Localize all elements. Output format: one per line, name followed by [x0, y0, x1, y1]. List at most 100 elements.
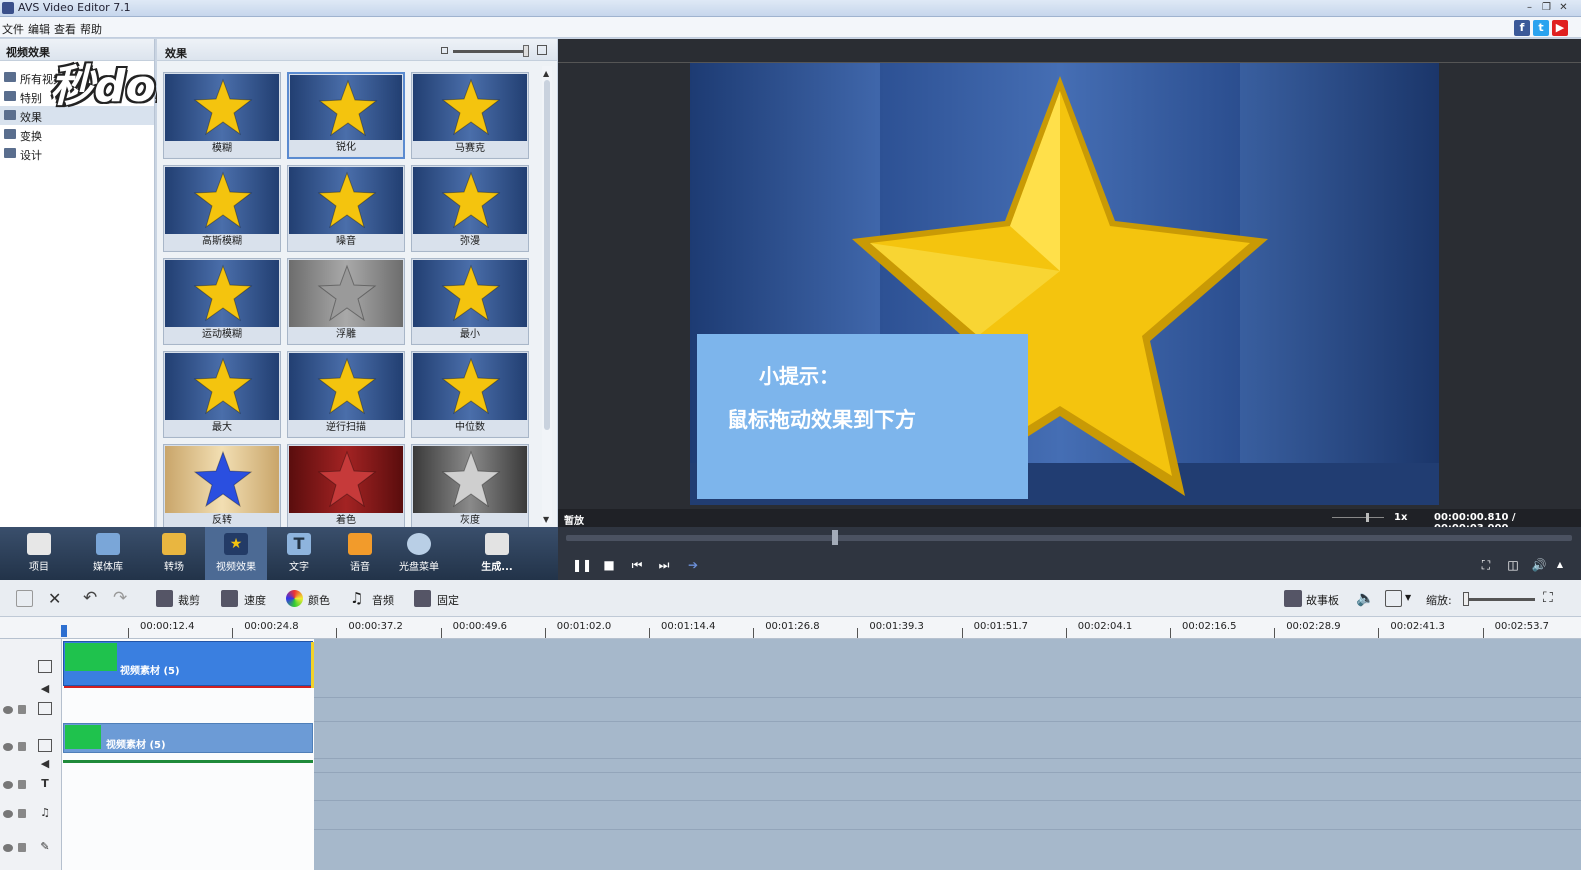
color-button[interactable]: 颜色 [308, 592, 330, 608]
storyboard-button[interactable]: 故事板 [1306, 592, 1339, 608]
category-label: 效果 [20, 111, 42, 124]
menu-view[interactable]: 查看 [54, 21, 76, 37]
youtube-icon[interactable]: ▶ [1552, 20, 1568, 36]
menu-edit[interactable]: 编辑 [28, 21, 50, 37]
thumb-size-slider[interactable] [453, 50, 529, 53]
scroll-down-icon[interactable]: ▼ [543, 515, 549, 524]
playback-controls: ❚❚ ■ ⏮ ⏭ ➔ ⛶ ◫ 🔊 ▲ [558, 527, 1581, 580]
effect-thumbnail[interactable]: 最小 [411, 258, 529, 345]
redo-icon[interactable]: ↷ [113, 588, 127, 608]
close-icon[interactable]: ✕ [1557, 1, 1570, 14]
menu-file[interactable]: 文件 [2, 21, 24, 37]
effect-thumbnail[interactable]: 模糊 [163, 72, 281, 159]
ruler-tick-mark [1378, 628, 1380, 638]
effect-preview-image [165, 74, 279, 141]
lock-icon[interactable] [18, 705, 26, 714]
lock-icon[interactable] [18, 843, 26, 852]
effect-thumbnail[interactable]: 噪音 [287, 165, 405, 252]
effects-scrollbar-thumb[interactable] [544, 80, 550, 430]
effect-thumbnail[interactable]: 着色 [287, 444, 405, 531]
effect-thumbnail[interactable]: 灰度 [411, 444, 529, 531]
effect-thumbnail[interactable]: 浮雕 [287, 258, 405, 345]
clip-thumbnail [65, 643, 117, 671]
effect-thumbnail[interactable]: 逆行扫描 [287, 351, 405, 438]
menu-help[interactable]: 帮助 [80, 21, 102, 37]
lock-icon[interactable] [18, 809, 26, 818]
effect-label: 噪音 [288, 234, 404, 250]
effect-thumbnail[interactable]: 弥漫 [411, 165, 529, 252]
edit-toolbar: ✕ ↶ ↷ 裁剪 速度 颜色 ♫ 音频 固定 故事板 🔈 ▼ 缩放: ⛶ [0, 580, 1581, 617]
tool-video-effects[interactable]: ★ 视频效果 [205, 527, 267, 580]
visibility-eye-icon[interactable] [3, 810, 13, 818]
speed-slider[interactable] [1332, 517, 1384, 518]
visibility-eye-icon[interactable] [3, 743, 13, 751]
playhead-marker[interactable] [61, 625, 67, 637]
tool-voice[interactable]: 语音 [329, 527, 391, 580]
restore-icon[interactable]: ❐ [1540, 1, 1553, 14]
category-design[interactable]: 设计 [0, 144, 154, 163]
tool-transitions[interactable]: 转场 [143, 527, 205, 580]
freeze-button[interactable]: 固定 [437, 592, 459, 608]
freeze-icon [414, 590, 431, 607]
stop-icon[interactable]: ■ [601, 557, 617, 573]
fullscreen-icon[interactable]: ⛶ [1478, 557, 1494, 573]
visibility-eye-icon[interactable] [3, 781, 13, 789]
zoom-slider[interactable] [1465, 598, 1535, 601]
undo-icon[interactable]: ↶ [83, 588, 97, 608]
small-thumb-icon[interactable] [441, 47, 448, 54]
pause-icon[interactable]: ❚❚ [572, 557, 592, 573]
effect-thumbnail[interactable]: 中位数 [411, 351, 529, 438]
effect-thumbnail[interactable]: 高斯模糊 [163, 165, 281, 252]
loop-icon[interactable]: ➔ [685, 557, 701, 573]
facebook-icon[interactable]: f [1514, 20, 1530, 36]
clip-end-handle[interactable] [311, 642, 314, 688]
seek-bar[interactable] [566, 535, 1572, 541]
visibility-eye-icon[interactable] [3, 844, 13, 852]
effect-thumbnail[interactable]: 反转 [163, 444, 281, 531]
scroll-up-icon[interactable]: ▲ [543, 69, 549, 78]
effect-preview-image [289, 353, 403, 420]
volume-icon[interactable]: 🔊 [1531, 557, 1547, 573]
thumb-size-handle[interactable] [523, 45, 529, 57]
lock-icon[interactable] [18, 742, 26, 751]
ruler-tick-label: 00:02:16.5 [1182, 621, 1237, 632]
snapshot-icon[interactable]: ◫ [1505, 557, 1521, 573]
fit-timeline-icon[interactable]: ⛶ [1543, 590, 1553, 606]
timeline-video-clip[interactable]: 视频素材 (5) [63, 641, 314, 688]
lock-icon[interactable] [18, 780, 26, 789]
audio-button[interactable]: 音频 [372, 592, 394, 608]
tool-produce[interactable]: 生成... [466, 527, 528, 580]
clip-label: 视频素材 (5) [120, 666, 180, 677]
timeline-overlay-clip[interactable]: 视频素材 (5) [63, 723, 313, 753]
tool-project[interactable]: 项目 [8, 527, 70, 580]
zoom-slider-handle[interactable] [1463, 592, 1469, 606]
monitor-dropdown-icon[interactable]: ▼ [1405, 593, 1411, 602]
tool-disc-menu[interactable]: 光盘菜单 [388, 527, 450, 580]
effect-thumbnail[interactable]: 最大 [163, 351, 281, 438]
tool-label: 媒体库 [93, 562, 123, 573]
audio-wave-icon[interactable]: 🔈 [1356, 589, 1375, 607]
speed-slider-handle[interactable] [1366, 513, 1369, 522]
category-transform[interactable]: 变换 [0, 125, 154, 144]
effect-thumbnail[interactable]: 马赛克 [411, 72, 529, 159]
timeline-ruler[interactable]: 00:00:12.4 00:00:24.8 00:00:37.2 00:00:49.6… [0, 617, 1581, 639]
previous-frame-icon[interactable]: ⏮ [629, 557, 645, 573]
speed-button[interactable]: 速度 [244, 592, 266, 608]
delete-icon[interactable]: ✕ [48, 589, 61, 608]
tool-media-library[interactable]: 媒体库 [77, 527, 139, 580]
monitor-icon[interactable] [1385, 590, 1402, 607]
large-thumb-icon[interactable] [537, 45, 547, 55]
minimize-icon[interactable]: – [1523, 1, 1536, 14]
next-frame-icon[interactable]: ⏭ [656, 557, 672, 573]
tool-text[interactable]: T 文字 [268, 527, 330, 580]
ruler-tick-label: 00:00:49.6 [452, 621, 508, 632]
twitter-icon[interactable]: t [1533, 20, 1549, 36]
trim-button[interactable]: 裁剪 [178, 592, 200, 608]
effect-preview-image [289, 446, 403, 513]
seek-handle[interactable] [832, 530, 838, 545]
volume-dropdown-icon[interactable]: ▲ [1552, 557, 1568, 573]
split-icon[interactable] [16, 590, 33, 607]
effect-thumbnail[interactable]: 运动模糊 [163, 258, 281, 345]
effect-thumbnail[interactable]: 锐化 [287, 72, 405, 159]
visibility-eye-icon[interactable] [3, 706, 13, 714]
